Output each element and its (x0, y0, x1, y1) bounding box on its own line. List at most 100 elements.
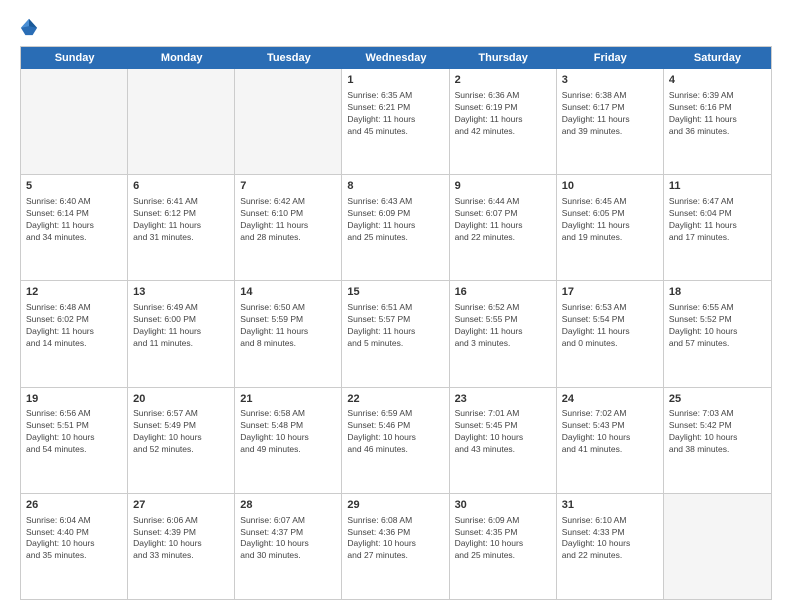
day-info: Sunrise: 6:45 AMSunset: 6:05 PMDaylight:… (562, 196, 658, 244)
calendar-day-7: 7 Sunrise: 6:42 AMSunset: 6:10 PMDaylight… (235, 175, 342, 280)
day-info: Sunrise: 6:41 AMSunset: 6:12 PMDaylight:… (133, 196, 229, 244)
calendar-day-31: 31Sunrise: 6:10 AMSunset: 4:33 PMDayligh… (557, 494, 664, 599)
day-number: 1 (347, 73, 443, 88)
day-info: Sunrise: 6:08 AMSunset: 4:36 PMDaylight:… (347, 515, 443, 563)
day-number: 18 (669, 285, 766, 300)
day-info: Sunrise: 6:57 AMSunset: 5:49 PMDaylight:… (133, 408, 229, 456)
calendar-day-15: 15 Sunrise: 6:51 AMSunset: 5:57 PMDayligh… (342, 281, 449, 386)
day-info: Sunrise: 6:04 AMSunset: 4:40 PMDaylight:… (26, 515, 122, 563)
day-number: 16 (455, 285, 551, 300)
day-number: 30 (455, 498, 551, 513)
calendar-day-21: 21Sunrise: 6:58 AMSunset: 5:48 PMDayligh… (235, 388, 342, 493)
header-day-wednesday: Wednesday (342, 47, 449, 69)
day-info: Sunrise: 6:59 AMSunset: 5:46 PMDaylight:… (347, 408, 443, 456)
day-number: 28 (240, 498, 336, 513)
day-number: 19 (26, 392, 122, 407)
calendar-day-18: 18 Sunrise: 6:55 AMSunset: 5:52 PMDayligh… (664, 281, 771, 386)
calendar-week-3: 12 Sunrise: 6:48 AMSunset: 6:02 PMDayligh… (21, 281, 771, 387)
day-number: 20 (133, 392, 229, 407)
calendar-day-4: 4 Sunrise: 6:39 AMSunset: 6:16 PMDaylight… (664, 69, 771, 174)
calendar-day-8: 8 Sunrise: 6:43 AMSunset: 6:09 PMDaylight… (342, 175, 449, 280)
header-day-monday: Monday (128, 47, 235, 69)
day-info: Sunrise: 6:52 AMSunset: 5:55 PMDaylight:… (455, 302, 551, 350)
day-number: 12 (26, 285, 122, 300)
header-day-tuesday: Tuesday (235, 47, 342, 69)
day-info: Sunrise: 6:47 AMSunset: 6:04 PMDaylight:… (669, 196, 766, 244)
day-info: Sunrise: 6:44 AMSunset: 6:07 PMDaylight:… (455, 196, 551, 244)
day-number: 24 (562, 392, 658, 407)
calendar-day-12: 12 Sunrise: 6:48 AMSunset: 6:02 PMDayligh… (21, 281, 128, 386)
calendar-empty-cell (664, 494, 771, 599)
day-number: 13 (133, 285, 229, 300)
day-info: Sunrise: 6:56 AMSunset: 5:51 PMDaylight:… (26, 408, 122, 456)
calendar-day-17: 17 Sunrise: 6:53 AMSunset: 5:54 PMDayligh… (557, 281, 664, 386)
calendar-week-4: 19Sunrise: 6:56 AMSunset: 5:51 PMDayligh… (21, 388, 771, 494)
calendar: SundayMondayTuesdayWednesdayThursdayFrid… (20, 46, 772, 600)
calendar-day-2: 2 Sunrise: 6:36 AMSunset: 6:19 PMDaylight… (450, 69, 557, 174)
calendar-day-11: 11 Sunrise: 6:47 AMSunset: 6:04 PMDayligh… (664, 175, 771, 280)
calendar-day-9: 9 Sunrise: 6:44 AMSunset: 6:07 PMDaylight… (450, 175, 557, 280)
logo (20, 18, 40, 36)
calendar-day-27: 27 Sunrise: 6:06 AMSunset: 4:39 PMDayligh… (128, 494, 235, 599)
header-day-saturday: Saturday (664, 47, 771, 69)
day-info: Sunrise: 6:48 AMSunset: 6:02 PMDaylight:… (26, 302, 122, 350)
logo-icon (20, 18, 38, 36)
day-info: Sunrise: 6:38 AMSunset: 6:17 PMDaylight:… (562, 90, 658, 138)
day-number: 8 (347, 179, 443, 194)
calendar-day-28: 28 Sunrise: 6:07 AMSunset: 4:37 PMDayligh… (235, 494, 342, 599)
day-number: 14 (240, 285, 336, 300)
day-info: Sunrise: 7:03 AMSunset: 5:42 PMDaylight:… (669, 408, 766, 456)
day-info: Sunrise: 6:39 AMSunset: 6:16 PMDaylight:… (669, 90, 766, 138)
day-info: Sunrise: 6:40 AMSunset: 6:14 PMDaylight:… (26, 196, 122, 244)
header-day-thursday: Thursday (450, 47, 557, 69)
day-info: Sunrise: 6:09 AMSunset: 4:35 PMDaylight:… (455, 515, 551, 563)
calendar-day-26: 26 Sunrise: 6:04 AMSunset: 4:40 PMDayligh… (21, 494, 128, 599)
day-number: 27 (133, 498, 229, 513)
calendar-day-22: 22Sunrise: 6:59 AMSunset: 5:46 PMDayligh… (342, 388, 449, 493)
day-info: Sunrise: 6:07 AMSunset: 4:37 PMDaylight:… (240, 515, 336, 563)
day-number: 5 (26, 179, 122, 194)
day-info: Sunrise: 6:51 AMSunset: 5:57 PMDaylight:… (347, 302, 443, 350)
calendar-empty-cell (235, 69, 342, 174)
day-info: Sunrise: 6:58 AMSunset: 5:48 PMDaylight:… (240, 408, 336, 456)
calendar-day-13: 13Sunrise: 6:49 AMSunset: 6:00 PMDayligh… (128, 281, 235, 386)
day-number: 17 (562, 285, 658, 300)
calendar-day-23: 23Sunrise: 7:01 AMSunset: 5:45 PMDayligh… (450, 388, 557, 493)
day-info: Sunrise: 7:01 AMSunset: 5:45 PMDaylight:… (455, 408, 551, 456)
calendar-week-1: 1 Sunrise: 6:35 AMSunset: 6:21 PMDaylight… (21, 69, 771, 175)
day-number: 21 (240, 392, 336, 407)
day-info: Sunrise: 6:35 AMSunset: 6:21 PMDaylight:… (347, 90, 443, 138)
day-number: 10 (562, 179, 658, 194)
calendar-empty-cell (21, 69, 128, 174)
day-info: Sunrise: 6:43 AMSunset: 6:09 PMDaylight:… (347, 196, 443, 244)
calendar-header: SundayMondayTuesdayWednesdayThursdayFrid… (21, 47, 771, 69)
day-number: 3 (562, 73, 658, 88)
day-info: Sunrise: 6:55 AMSunset: 5:52 PMDaylight:… (669, 302, 766, 350)
calendar-day-29: 29 Sunrise: 6:08 AMSunset: 4:36 PMDayligh… (342, 494, 449, 599)
day-info: Sunrise: 6:42 AMSunset: 6:10 PMDaylight:… (240, 196, 336, 244)
day-number: 9 (455, 179, 551, 194)
calendar-day-10: 10 Sunrise: 6:45 AMSunset: 6:05 PMDayligh… (557, 175, 664, 280)
day-info: Sunrise: 6:53 AMSunset: 5:54 PMDaylight:… (562, 302, 658, 350)
day-number: 2 (455, 73, 551, 88)
day-info: Sunrise: 6:06 AMSunset: 4:39 PMDaylight:… (133, 515, 229, 563)
calendar-empty-cell (128, 69, 235, 174)
day-number: 23 (455, 392, 551, 407)
header-day-sunday: Sunday (21, 47, 128, 69)
calendar-week-5: 26 Sunrise: 6:04 AMSunset: 4:40 PMDayligh… (21, 494, 771, 599)
calendar-day-19: 19Sunrise: 6:56 AMSunset: 5:51 PMDayligh… (21, 388, 128, 493)
day-info: Sunrise: 6:36 AMSunset: 6:19 PMDaylight:… (455, 90, 551, 138)
day-number: 7 (240, 179, 336, 194)
day-number: 29 (347, 498, 443, 513)
day-number: 25 (669, 392, 766, 407)
day-number: 11 (669, 179, 766, 194)
calendar-page: SundayMondayTuesdayWednesdayThursdayFrid… (0, 0, 792, 612)
day-number: 4 (669, 73, 766, 88)
day-number: 26 (26, 498, 122, 513)
day-number: 15 (347, 285, 443, 300)
day-number: 22 (347, 392, 443, 407)
day-info: Sunrise: 7:02 AMSunset: 5:43 PMDaylight:… (562, 408, 658, 456)
calendar-day-20: 20Sunrise: 6:57 AMSunset: 5:49 PMDayligh… (128, 388, 235, 493)
calendar-day-25: 25Sunrise: 7:03 AMSunset: 5:42 PMDayligh… (664, 388, 771, 493)
calendar-day-14: 14Sunrise: 6:50 AMSunset: 5:59 PMDayligh… (235, 281, 342, 386)
